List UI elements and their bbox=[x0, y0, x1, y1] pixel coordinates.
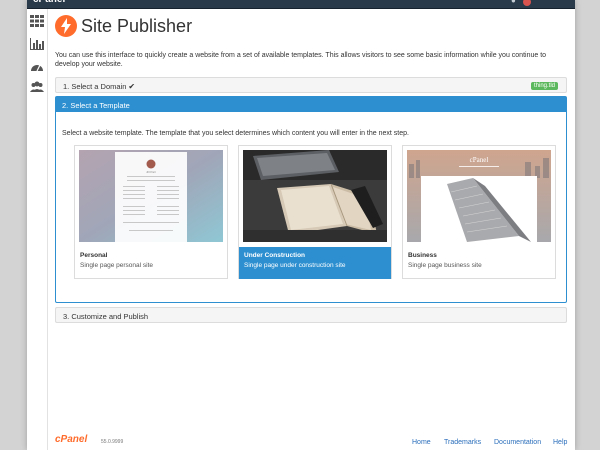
business-thumbnail: cPanel bbox=[407, 150, 551, 242]
template-desc: Single page under construction site bbox=[244, 262, 346, 269]
check-icon: ✔ bbox=[128, 82, 136, 91]
personal-thumbnail: Jill Parr bbox=[79, 150, 223, 242]
template-instruction: Select a website template. The template … bbox=[62, 130, 409, 137]
step-select-template: 2. Select a Template Select a website te… bbox=[55, 96, 567, 303]
dashboard-icon[interactable] bbox=[30, 59, 44, 73]
step-select-domain[interactable]: 1. Select a Domain ✔ thing.tld bbox=[55, 77, 567, 93]
template-card-under-construction[interactable]: Under Construction Single page under con… bbox=[238, 145, 392, 279]
template-name: Under Construction bbox=[244, 252, 306, 259]
template-desc: Single page business site bbox=[408, 262, 482, 269]
version-text: 55.0.9999 bbox=[101, 439, 124, 445]
bolt-icon bbox=[55, 15, 77, 37]
grid-icon[interactable] bbox=[30, 14, 44, 28]
under-construction-thumbnail bbox=[243, 150, 387, 242]
svg-text:cPanel: cPanel bbox=[470, 156, 489, 164]
step-customize-publish[interactable]: 3. Customize and Publish bbox=[55, 307, 567, 323]
footer: cPanel 55.0.9999 Home Trademarks Documen… bbox=[55, 434, 567, 448]
footer-link-home[interactable]: Home bbox=[412, 439, 431, 446]
template-info-personal: Personal Single page personal site bbox=[75, 247, 227, 279]
bell-icon[interactable]: ● bbox=[511, 0, 516, 5]
browser-window: cPanel ● bbox=[27, 0, 575, 450]
step-1-label: 1. Select a Domain ✔ bbox=[63, 82, 136, 91]
intro-text: You can use this interface to quickly cr… bbox=[55, 52, 547, 68]
step-3-label: 3. Customize and Publish bbox=[63, 312, 149, 321]
template-info-business: Business Single page business site bbox=[403, 247, 555, 279]
template-name: Personal bbox=[80, 252, 108, 259]
footer-link-trademarks[interactable]: Trademarks bbox=[444, 439, 481, 446]
notification-badge[interactable] bbox=[523, 0, 531, 6]
template-name: Business bbox=[408, 252, 437, 259]
stats-icon[interactable] bbox=[30, 37, 44, 51]
sidebar bbox=[27, 9, 48, 450]
step-2-header[interactable]: 2. Select a Template bbox=[56, 97, 566, 112]
template-info-under-construction: Under Construction Single page under con… bbox=[239, 247, 391, 279]
template-card-personal[interactable]: Jill Parr Personal Single page personal … bbox=[74, 145, 228, 279]
footer-link-documentation[interactable]: Documentation bbox=[494, 439, 541, 446]
top-navbar: cPanel ● bbox=[27, 0, 575, 9]
domain-badge: thing.tld bbox=[530, 82, 558, 90]
cpanel-logo[interactable]: cPanel bbox=[33, 0, 65, 5]
template-desc: Single page personal site bbox=[80, 262, 153, 269]
step-2-label: 2. Select a Template bbox=[62, 101, 130, 110]
page-title: Site Publisher bbox=[81, 16, 193, 36]
users-icon[interactable] bbox=[30, 80, 44, 94]
footer-link-help[interactable]: Help bbox=[553, 439, 567, 446]
template-card-business[interactable]: cPanel Business Single page business sit… bbox=[402, 145, 556, 279]
svg-text:Jill Parr: Jill Parr bbox=[146, 170, 156, 174]
footer-logo[interactable]: cPanel bbox=[55, 434, 87, 445]
